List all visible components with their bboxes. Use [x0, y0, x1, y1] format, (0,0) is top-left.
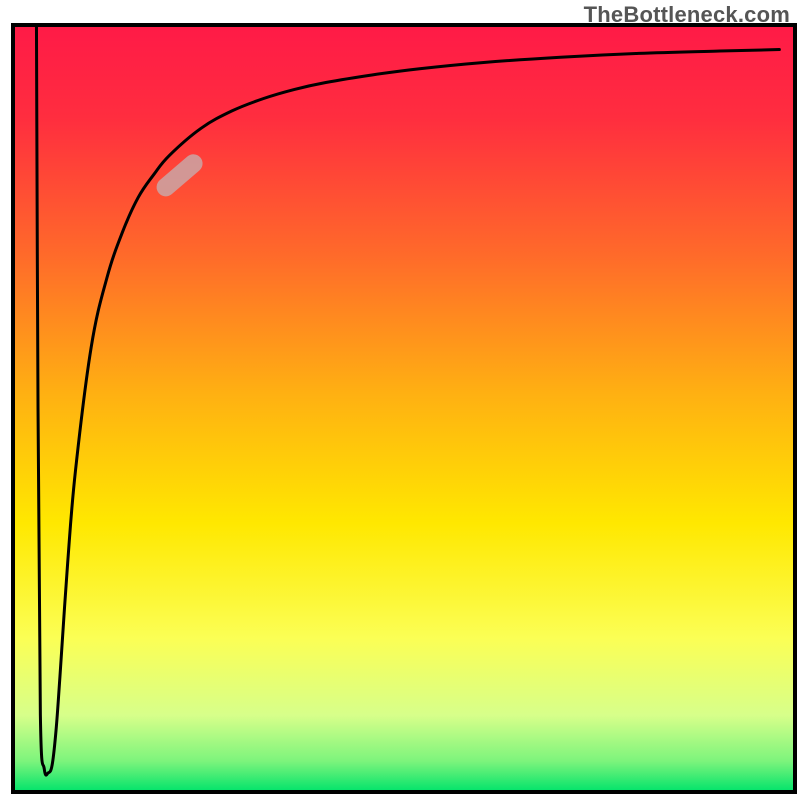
- bottleneck-chart: [0, 0, 800, 800]
- gradient-background: [13, 25, 795, 792]
- chart-stage: TheBottleneck.com: [0, 0, 800, 800]
